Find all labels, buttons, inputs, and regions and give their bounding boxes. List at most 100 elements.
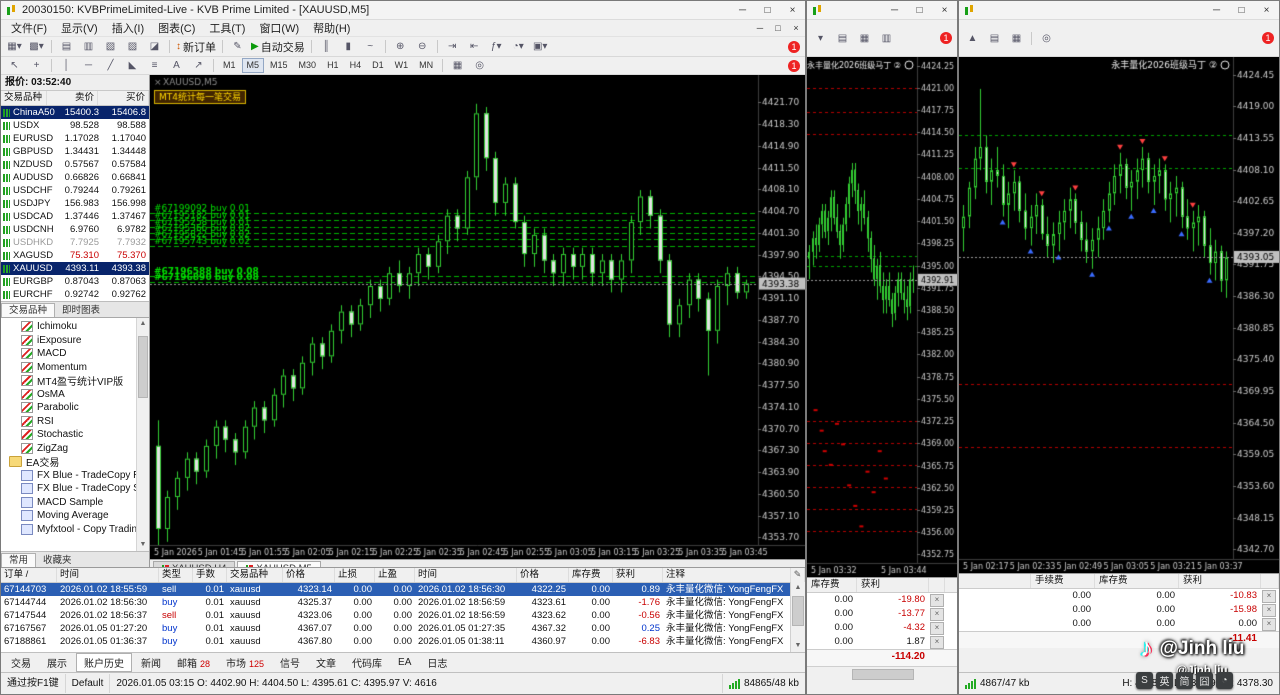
close-position-button[interactable]: ×: [1262, 590, 1276, 603]
edit-columns-icon[interactable]: ✎: [791, 568, 804, 581]
profit-row[interactable]: 0.00 -13.77 ×: [807, 607, 957, 621]
close-position-button[interactable]: ×: [930, 636, 944, 649]
notification-badge[interactable]: 1: [788, 59, 800, 72]
zoom-out-button[interactable]: ⊖: [412, 39, 433, 54]
history-column-header[interactable]: 止损: [335, 568, 375, 582]
window-button[interactable]: ▤: [984, 31, 1005, 46]
search-button[interactable]: ◎: [469, 58, 490, 73]
profiles-button[interactable]: ▩▾: [26, 39, 47, 54]
market-watch-row[interactable]: USDX 98.528 98.588: [1, 119, 149, 132]
ime-button[interactable]: ◔: [1216, 672, 1233, 689]
timeframe-m30-button[interactable]: M30: [294, 58, 322, 73]
main-price-chart[interactable]: [150, 75, 805, 559]
market-watch-row[interactable]: GBPUSD 1.34431 1.34448: [1, 145, 149, 158]
close-button[interactable]: ×: [1254, 2, 1279, 19]
chart-shift-button[interactable]: ⇤: [464, 39, 485, 54]
navigator-ea-item[interactable]: MACD Sample: [1, 496, 149, 510]
scroll-down-arrow[interactable]: ▼: [791, 640, 805, 652]
indicators-button[interactable]: ƒ▾: [486, 39, 507, 54]
titlebar[interactable]: ─ □ ×: [807, 1, 957, 20]
scrollbar-thumb[interactable]: [852, 669, 914, 680]
timeframe-h4-button[interactable]: H4: [345, 58, 367, 73]
navigator-ea-item[interactable]: FX Blue - TradeCopy Recei: [1, 469, 149, 483]
market-watch-row[interactable]: USDHKD 7.7925 7.7932: [1, 236, 149, 249]
templates-button[interactable]: ▣▾: [530, 39, 551, 54]
navigator-indicator-item[interactable]: Ichimoku: [1, 320, 149, 334]
close-position-button[interactable]: ×: [930, 608, 944, 621]
menu-item[interactable]: 窗口(W): [252, 20, 306, 36]
notification-badge[interactable]: 1: [788, 40, 800, 53]
close-position-button[interactable]: ×: [930, 594, 944, 607]
history-column-header[interactable]: 时间: [415, 568, 517, 582]
market-watch-row[interactable]: EURUSD 1.17028 1.17040: [1, 132, 149, 145]
auto-scroll-button[interactable]: ⇥: [442, 39, 463, 54]
search-button[interactable]: ◎: [1036, 31, 1057, 46]
cursor-tool[interactable]: ↖: [4, 58, 25, 73]
market-watch-row[interactable]: EURCHF 0.92742 0.92762: [1, 288, 149, 301]
history-column-header[interactable]: 交易品种: [227, 568, 283, 582]
history-row[interactable]: 67188861 2026.01.05 01:36:37 buy 0.01 xauusd…: [1, 635, 805, 648]
timeframe-mn-button[interactable]: MN: [414, 58, 438, 73]
profit-column-header[interactable]: 手续费: [1031, 574, 1095, 588]
history-column-header[interactable]: 时间: [57, 568, 159, 582]
horizontal-scrollbar[interactable]: [807, 666, 957, 681]
profit-row[interactable]: 0.00 0.00 -10.83 ×: [959, 589, 1279, 603]
history-row[interactable]: 67144703 2026.01.02 18:55:59 sell 0.01 xauus…: [1, 583, 805, 596]
data-window-toggle[interactable]: ▥: [78, 39, 99, 54]
market-watch-row[interactable]: USDCAD 1.37446 1.37467: [1, 210, 149, 223]
market-watch-row[interactable]: USDCHF 0.79244 0.79261: [1, 184, 149, 197]
history-column-header[interactable]: 价格: [517, 568, 569, 582]
window-button[interactable]: ▤: [832, 31, 853, 46]
history-column-header[interactable]: 类型: [159, 568, 193, 582]
market-watch-row[interactable]: EURGBP 0.87043 0.87063: [1, 275, 149, 288]
market-watch-row[interactable]: ChinaA50 15400.3 15406.8: [1, 106, 149, 119]
history-row[interactable]: 67147544 2026.01.02 18:56:37 sell 0.01 xauus…: [1, 609, 805, 622]
profit-row[interactable]: 0.00 0.00 0.00 ×: [959, 617, 1279, 631]
profile-selector[interactable]: Default: [66, 674, 111, 693]
navigator-indicator-item[interactable]: MACD: [1, 347, 149, 361]
new-chart-button[interactable]: ▦▾: [4, 39, 25, 54]
timeframe-d1-button[interactable]: D1: [367, 58, 389, 73]
chart-dropdown-button[interactable]: ▾: [810, 31, 831, 46]
scroll-up-arrow[interactable]: ▲: [791, 582, 805, 594]
mdi-restore-button[interactable]: □: [769, 21, 787, 35]
navigator-ea-item[interactable]: Moving Average: [1, 509, 149, 523]
market-watch-row[interactable]: AUDUSD 0.66826 0.66841: [1, 171, 149, 184]
profit-column-header[interactable]: 获利: [857, 578, 929, 592]
grid-button[interactable]: ▦: [854, 31, 875, 46]
titlebar[interactable]: 20030150: KVBPrimeLimited-Live - KVB Pri…: [1, 1, 805, 20]
mdi-close-button[interactable]: ×: [787, 21, 805, 35]
profit-row[interactable]: 0.00 0.00 -15.98 ×: [959, 603, 1279, 617]
terminal-tab-新闻[interactable]: 新闻: [134, 654, 168, 671]
ime-button[interactable]: 简: [1176, 672, 1193, 689]
history-column-header[interactable]: 库存费: [569, 568, 613, 582]
navigator-indicator-item[interactable]: ZigZag: [1, 442, 149, 456]
secondary-price-chart[interactable]: [807, 57, 957, 577]
scroll-up-arrow[interactable]: ▲: [137, 318, 149, 330]
close-position-button[interactable]: ×: [1262, 604, 1276, 617]
market-watch-tab[interactable]: 即时图表: [55, 304, 107, 317]
list-button[interactable]: ▥: [876, 31, 897, 46]
ime-button[interactable]: S: [1136, 672, 1153, 689]
close-position-button[interactable]: ×: [930, 622, 944, 635]
channel-tool[interactable]: ◣: [122, 58, 143, 73]
scrollbar-thumb[interactable]: [138, 336, 148, 398]
grid-button[interactable]: ▦: [1006, 31, 1027, 46]
timeframe-m5-button[interactable]: M5: [241, 58, 265, 73]
market-watch-column-header[interactable]: 买价: [98, 91, 149, 105]
navigator-indicator-item[interactable]: iExposure: [1, 334, 149, 348]
timeframe-m1-button[interactable]: M1: [218, 58, 241, 73]
navigator-scrollbar[interactable]: ▲ ▼: [136, 318, 149, 551]
profit-row[interactable]: 0.00 -4.32 ×: [807, 621, 957, 635]
navigator-ea-folder[interactable]: EA交易: [1, 455, 149, 469]
profit-column-header[interactable]: 库存费: [1095, 574, 1179, 588]
navigator-tab[interactable]: 收藏夹: [36, 554, 79, 567]
history-column-header[interactable]: 手数: [193, 568, 227, 582]
market-watch-column-header[interactable]: 卖价: [47, 91, 98, 105]
history-column-header[interactable]: 止盈: [375, 568, 415, 582]
terminal-tab-文章[interactable]: 文章: [309, 654, 343, 671]
timeframe-h1-button[interactable]: H1: [322, 58, 344, 73]
market-watch-row[interactable]: XAUUSD 4393.11 4393.38: [1, 262, 149, 275]
tile-windows-button[interactable]: ▦: [447, 58, 468, 73]
arrows-tool[interactable]: ↗: [188, 58, 209, 73]
